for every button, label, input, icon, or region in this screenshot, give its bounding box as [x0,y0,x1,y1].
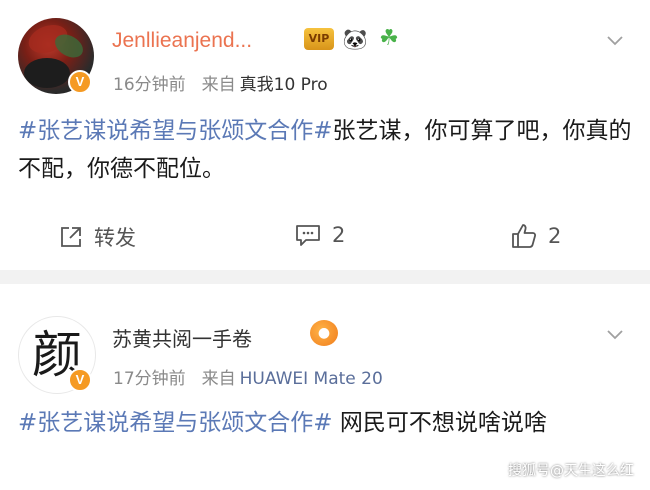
hashtag-link[interactable]: #张艺谋说希望与张颂文合作# [18,410,333,436]
post-time: 17分钟前 [113,369,186,389]
post-content: #张艺谋说希望与张颂文合作# 网民可不想说啥说啥 [18,404,632,442]
comment-icon [296,225,320,246]
panda-icon[interactable]: 🐼 [342,27,368,51]
source-prefix: 来自 [201,75,236,95]
source-prefix: 来自 [201,369,236,389]
repost-icon [61,227,81,247]
chevron-down-icon[interactable] [605,324,625,344]
like-button[interactable]: 2 [510,222,561,250]
source-device: 真我10 Pro [239,75,328,95]
username[interactable]: 苏黄共阅一手卷 [112,323,252,352]
verified-badge-icon: V [68,70,92,94]
repost-label: 转发 [94,226,136,250]
hashtag-link[interactable]: #张艺谋说希望与张颂文合作# [18,118,333,144]
post-text: 网民可不想说啥说啥 [332,410,547,436]
source-device[interactable]: HUAWEI Mate 20 [240,369,383,389]
comment-count: 2 [332,223,346,247]
post-meta: 17分钟前 来自 HUAWEI Mate 20 [113,364,383,389]
chevron-down-icon[interactable] [605,30,625,50]
crown-badge-icon[interactable]: VIP [304,28,334,50]
action-bar: 转发 2 2 [0,214,650,264]
post-separator [0,270,650,284]
verified-badge-icon: V [68,368,92,392]
watermark: 搜狐号@天生这么红 [508,463,634,479]
like-count: 2 [548,224,562,248]
user-badges: ● [310,320,338,346]
post-time: 16分钟前 [113,75,186,95]
thumbs-up-icon [512,224,537,248]
weibo-post: V Jenllieanjend... VIP 🐼 ☘ 16分钟前 来自 真我10 P… [0,0,650,270]
post-meta: 16分钟前 来自 真我10 Pro [113,70,328,95]
pufferfish-icon[interactable]: ● [310,320,338,346]
user-badges: VIP 🐼 ☘ [304,27,402,51]
clover-icon[interactable]: ☘ [376,27,402,51]
repost-button[interactable]: 转发 [58,222,136,252]
weibo-feed: V Jenllieanjend... VIP 🐼 ☘ 16分钟前 来自 真我10 P… [0,0,650,490]
username[interactable]: Jenllieanjend... [112,29,252,53]
comment-button[interactable]: 2 [294,222,345,248]
post-content: #张艺谋说希望与张颂文合作#张艺谋，你可算了吧，你真的不配，你德不配位。 [18,112,632,188]
